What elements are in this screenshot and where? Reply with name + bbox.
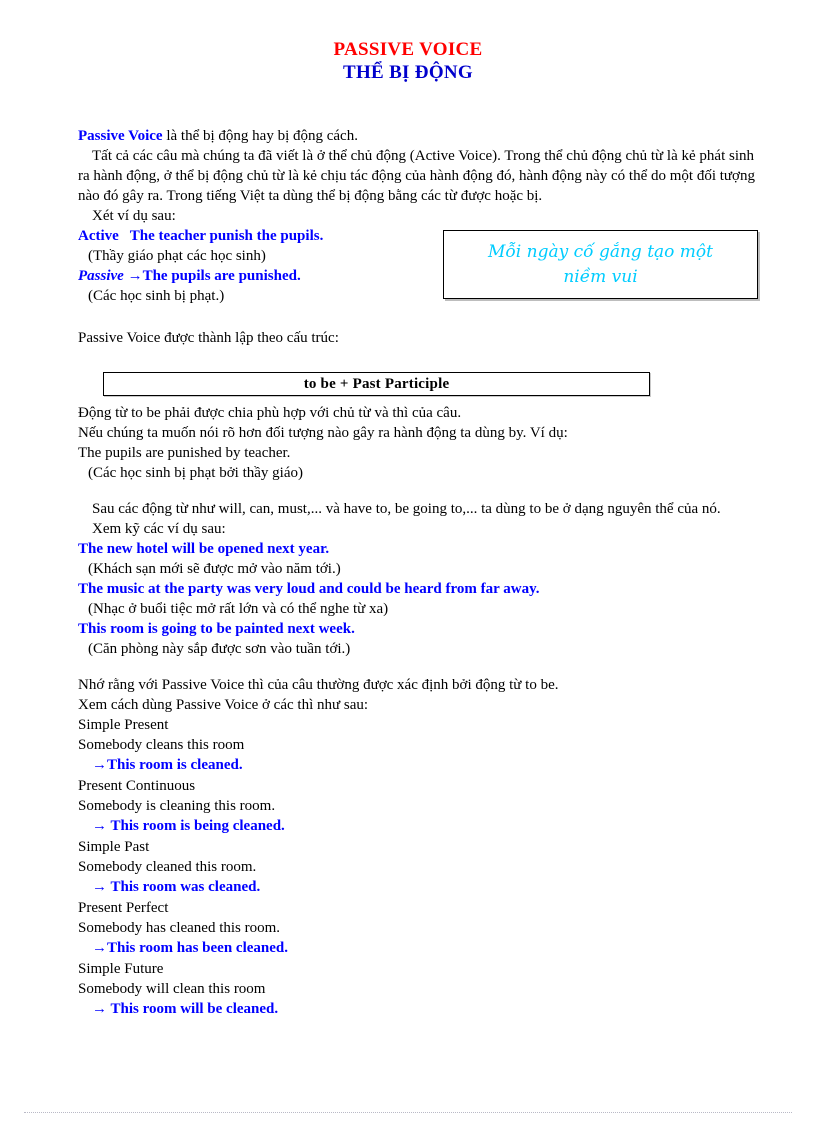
document-title-block: PASSIVE VOICE THỂ BỊ ĐỘNG [0,38,816,85]
page-title-english: PASSIVE VOICE [333,39,483,60]
see-example-line: Xét ví dụ sau: [92,208,176,224]
tense-name-simple-past: Simple Past [78,839,150,855]
tense-active-simple-future: Somebody will clean this room [78,981,266,997]
tense-name-simple-present: Simple Present [78,717,169,733]
active-example-line: Active The teacher punish the pupils. [78,226,768,246]
tense-active-present-continuous: Somebody is cleaning this room. [78,798,276,814]
structure-example-vietnamese: (Các học sinh bị phạt bởi thầy giáo) [88,465,303,481]
tense-passive-simple-future: → This room will be cleaned. [78,999,768,1020]
modal-example-3-vietnamese: (Căn phòng này sắp được sơn vào tuần tới… [88,641,351,657]
active-translation: (Thầy giáo phạt các học sinh) [88,248,266,264]
modal-example-1-vietnamese: (Khách sạn mới sẽ được mở vào năm tới.) [88,561,341,577]
arrow-icon: → [92,757,107,773]
active-sentence: The teacher punish the pupils. [129,228,324,244]
passive-example-line: Passive →The pupils are punished. [78,266,768,286]
tense-passive-present-perfect: →This room has been cleaned. [78,938,768,959]
structure-note-2: Nếu chúng ta muốn nói rõ hơn đối tượng n… [78,425,568,441]
modals-note: Sau các động từ như will, can, must,... … [92,501,721,517]
tense-name-present-perfect: Present Perfect [78,900,169,916]
tenses-note-2: Xem cách dùng Passive Voice ở các thì nh… [78,697,369,713]
page-title-vietnamese: THỂ BỊ ĐỘNG [343,62,473,83]
modal-example-1-english: The new hotel will be opened next year. [78,541,330,557]
structure-example-english: The pupils are punished by teacher. [78,445,291,461]
arrow-icon: → [92,818,107,834]
modal-example-3-english: This room is going to be painted next we… [78,621,355,637]
arrow-icon: → [92,1001,107,1017]
tense-passive-simple-present: →This room is cleaned. [78,755,768,776]
tense-passive-text: This room was cleaned. [110,879,261,895]
tense-active-simple-past: Somebody cleaned this room. [78,859,257,875]
intro-definition-rest: là thể bị động hay bị động cách. [162,128,358,144]
tense-list: Simple Present Somebody cleans this room… [78,715,768,1020]
modals-see-examples: Xem kỹ các ví dụ sau: [92,521,226,537]
passive-label: Passive [78,268,124,284]
tense-active-simple-present: Somebody cleans this room [78,737,245,753]
active-label: Active [78,228,119,244]
tense-name-present-continuous: Present Continuous [78,778,196,794]
arrow-icon: → [92,879,107,895]
tenses-note-1: Nhớ rằng với Passive Voice thì của câu t… [78,677,559,693]
modal-example-2-english: The music at the party was very loud and… [78,581,540,597]
tense-active-present-perfect: Somebody has cleaned this room. [78,920,281,936]
document-page: PASSIVE VOICE THỂ BỊ ĐỘNG Mỗi ngày cố gắ… [0,0,816,1123]
passive-translation: (Các học sinh bị phạt.) [88,288,225,304]
intro-term: Passive Voice [78,128,163,144]
tense-passive-present-continuous: → This room is being cleaned. [78,816,768,837]
passive-sentence: The pupils are punished. [142,268,301,284]
tense-passive-text: This room is being cleaned. [110,818,285,834]
intro-definition-line: Passive Voice là thể bị động hay bị động… [78,126,768,146]
tense-passive-simple-past: → This room was cleaned. [78,877,768,898]
modal-example-2-vietnamese: (Nhạc ở buổi tiệc mở rất lớn và có thể n… [88,601,389,617]
structure-note-1: Động từ to be phải được chia phù hợp với… [78,405,462,421]
document-body: Passive Voice là thể bị động hay bị động… [78,126,768,1020]
tense-passive-text: This room has been cleaned. [107,940,288,956]
arrow-icon: → [92,940,107,956]
tense-name-simple-future: Simple Future [78,961,164,977]
footer-divider [24,1112,792,1113]
structure-intro-line: Passive Voice được thành lập theo cấu tr… [78,330,339,346]
intro-paragraph: Tất cả các câu mà chúng ta đã viết là ở … [78,148,759,204]
formula-spacer [78,348,768,403]
passive-arrow-icon: → [127,268,143,284]
tense-passive-text: This room is cleaned. [107,757,243,773]
tense-passive-text: This room will be cleaned. [110,1001,279,1017]
